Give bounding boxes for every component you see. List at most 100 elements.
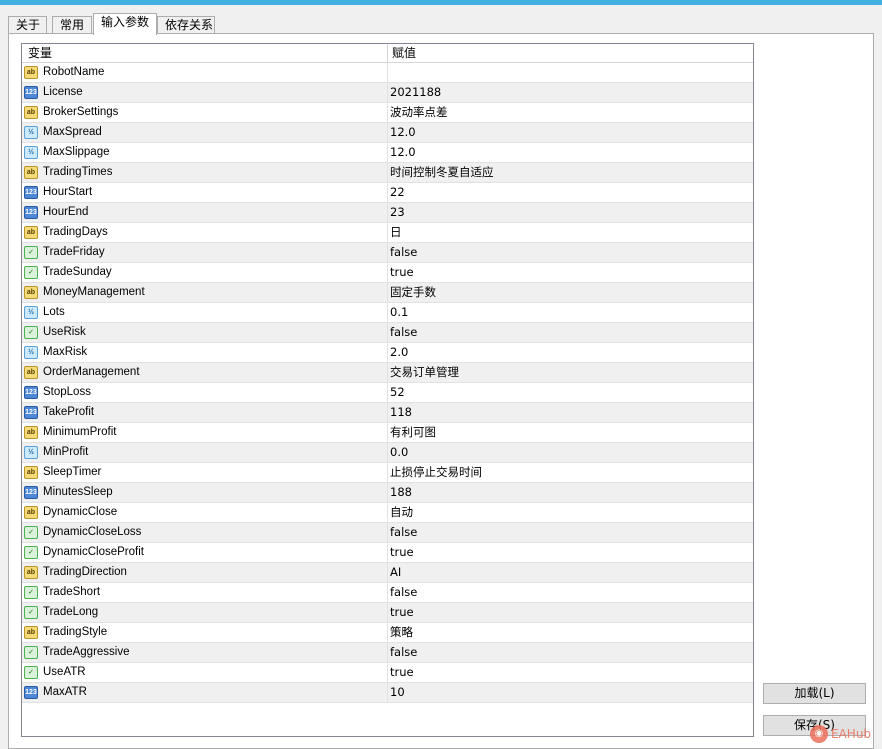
table-row[interactable]: 123 HourEnd 23	[22, 203, 753, 223]
table-row[interactable]: 123 License 2021188	[22, 83, 753, 103]
table-row[interactable]: 123 HourStart 22	[22, 183, 753, 203]
table-row[interactable]: ✓ DynamicCloseProfit true	[22, 543, 753, 563]
table-row[interactable]: 123 MinutesSleep 188	[22, 483, 753, 503]
table-row[interactable]: 123 StopLoss 52	[22, 383, 753, 403]
table-row[interactable]: ab TradingTimes 时间控制冬夏自适应	[22, 163, 753, 183]
tab-common[interactable]: 常用	[52, 16, 92, 34]
table-row[interactable]: ab SleepTimer 止损停止交易时间	[22, 463, 753, 483]
table-row[interactable]: ab BrokerSettings 波动率点差	[22, 103, 753, 123]
variable-name: TradingDays	[43, 226, 108, 238]
column-header-variable[interactable]: 变量	[28, 44, 52, 62]
string-type-icon: ab	[24, 166, 38, 179]
variable-value[interactable]: true	[390, 603, 414, 622]
variable-value[interactable]: 118	[390, 403, 412, 422]
variable-value[interactable]: 止损停止交易时间	[390, 463, 482, 482]
cell-separator	[387, 563, 388, 582]
double-type-icon: ½	[24, 146, 38, 159]
string-type-icon: ab	[24, 366, 38, 379]
watermark: ◉ EAHub	[810, 723, 871, 745]
table-row[interactable]: ½ MaxRisk 2.0	[22, 343, 753, 363]
variable-value[interactable]: 日	[390, 223, 402, 242]
variable-name: HourEnd	[43, 206, 89, 218]
table-row[interactable]: ½ Lots 0.1	[22, 303, 753, 323]
table-row[interactable]: ab TradingStyle 策略	[22, 623, 753, 643]
variable-value[interactable]: 2021188	[390, 83, 441, 102]
table-row[interactable]: 123 TakeProfit 118	[22, 403, 753, 423]
variable-value[interactable]: AI	[390, 563, 401, 582]
variable-name: TradingDirection	[43, 566, 127, 578]
cell-separator	[387, 243, 388, 262]
variable-value[interactable]: 10	[390, 683, 405, 702]
variable-value[interactable]: 有利可图	[390, 423, 436, 442]
table-row[interactable]: ✓ UseATR true	[22, 663, 753, 683]
table-row[interactable]: ab TradingDays 日	[22, 223, 753, 243]
inputs-grid[interactable]: 变量 赋值 ab RobotName 123 License 2021188 ab Brok…	[21, 43, 754, 737]
variable-value[interactable]: false	[390, 523, 417, 542]
table-row[interactable]: ✓ UseRisk false	[22, 323, 753, 343]
grid-header: 变量 赋值	[22, 44, 753, 63]
variable-value[interactable]: 波动率点差	[390, 103, 448, 122]
variable-value[interactable]: 188	[390, 483, 412, 502]
string-type-icon: ab	[24, 226, 38, 239]
variable-value[interactable]: 12.0	[390, 123, 416, 142]
variable-value[interactable]: false	[390, 643, 417, 662]
double-type-icon: ½	[24, 306, 38, 319]
variable-value[interactable]: true	[390, 663, 414, 682]
table-row[interactable]: ab MinimumProfit 有利可图	[22, 423, 753, 443]
tab-inputs[interactable]: 输入参数	[93, 13, 157, 35]
column-separator[interactable]	[387, 44, 388, 62]
variable-value[interactable]: false	[390, 243, 417, 262]
table-row[interactable]: ab TradingDirection AI	[22, 563, 753, 583]
variable-value[interactable]: 0.0	[390, 443, 408, 462]
tab-dependencies[interactable]: 依存关系	[157, 16, 215, 34]
table-row[interactable]: ½ MinProfit 0.0	[22, 443, 753, 463]
table-row[interactable]: ½ MaxSpread 12.0	[22, 123, 753, 143]
tab-about[interactable]: 关于	[8, 16, 47, 34]
table-row[interactable]: ab DynamicClose 自动	[22, 503, 753, 523]
variable-value[interactable]: 0.1	[390, 303, 408, 322]
variable-value[interactable]: 策略	[390, 623, 413, 642]
table-row[interactable]: ✓ TradeFriday false	[22, 243, 753, 263]
variable-value[interactable]: 2.0	[390, 343, 408, 362]
variable-value[interactable]: 22	[390, 183, 405, 202]
table-row[interactable]: ab RobotName	[22, 63, 753, 83]
variable-value[interactable]: true	[390, 543, 414, 562]
variable-value[interactable]: 时间控制冬夏自适应	[390, 163, 494, 182]
variable-value[interactable]: 23	[390, 203, 405, 222]
integer-type-icon: 123	[24, 406, 38, 419]
variable-value[interactable]: 自动	[390, 503, 413, 522]
table-row[interactable]: ab OrderManagement 交易订单管理	[22, 363, 753, 383]
boolean-type-icon: ✓	[24, 646, 38, 659]
table-row[interactable]: ✓ TradeShort false	[22, 583, 753, 603]
string-type-icon: ab	[24, 626, 38, 639]
variable-value[interactable]: 交易订单管理	[390, 363, 459, 382]
cell-separator	[387, 663, 388, 682]
variable-value[interactable]: true	[390, 263, 414, 282]
table-row[interactable]: ✓ TradeAggressive false	[22, 643, 753, 663]
variable-name: TradingStyle	[43, 626, 108, 638]
variable-name: License	[43, 86, 83, 98]
table-row[interactable]: ✓ TradeLong true	[22, 603, 753, 623]
column-header-value[interactable]: 赋值	[392, 44, 416, 62]
cell-separator	[387, 503, 388, 522]
cell-separator	[387, 323, 388, 342]
variable-value[interactable]: false	[390, 323, 417, 342]
variable-value[interactable]: 固定手数	[390, 283, 436, 302]
table-row[interactable]: ab MoneyManagement 固定手数	[22, 283, 753, 303]
load-button[interactable]: 加载(L)	[763, 683, 866, 704]
variable-name: MaxSlippage	[43, 146, 110, 158]
variable-value[interactable]: 12.0	[390, 143, 416, 162]
table-row[interactable]: 123 MaxATR 10	[22, 683, 753, 703]
variable-value[interactable]: 52	[390, 383, 405, 402]
variable-name: DynamicClose	[43, 506, 118, 518]
variable-value[interactable]: false	[390, 583, 417, 602]
variable-name: MinProfit	[43, 446, 89, 458]
boolean-type-icon: ✓	[24, 526, 38, 539]
cell-separator	[387, 363, 388, 382]
cell-separator	[387, 123, 388, 142]
table-row[interactable]: ✓ TradeSunday true	[22, 263, 753, 283]
boolean-type-icon: ✓	[24, 246, 38, 259]
table-row[interactable]: ✓ DynamicCloseLoss false	[22, 523, 753, 543]
table-row[interactable]: ½ MaxSlippage 12.0	[22, 143, 753, 163]
cell-separator	[387, 603, 388, 622]
